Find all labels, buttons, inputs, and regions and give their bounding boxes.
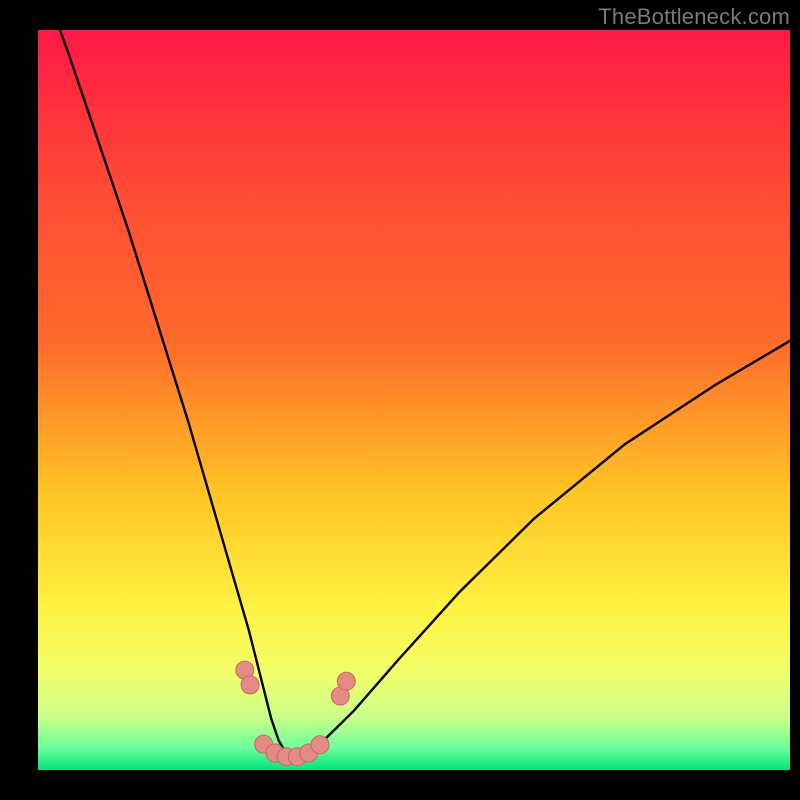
curve-marker (311, 736, 329, 754)
curve-marker (337, 672, 355, 690)
curve-marker (241, 676, 259, 694)
frame: TheBottleneck.com (0, 0, 800, 800)
gradient-background (38, 30, 790, 770)
watermark-text: TheBottleneck.com (598, 4, 790, 30)
chart-svg (38, 30, 790, 770)
bottleneck-chart (38, 30, 790, 770)
